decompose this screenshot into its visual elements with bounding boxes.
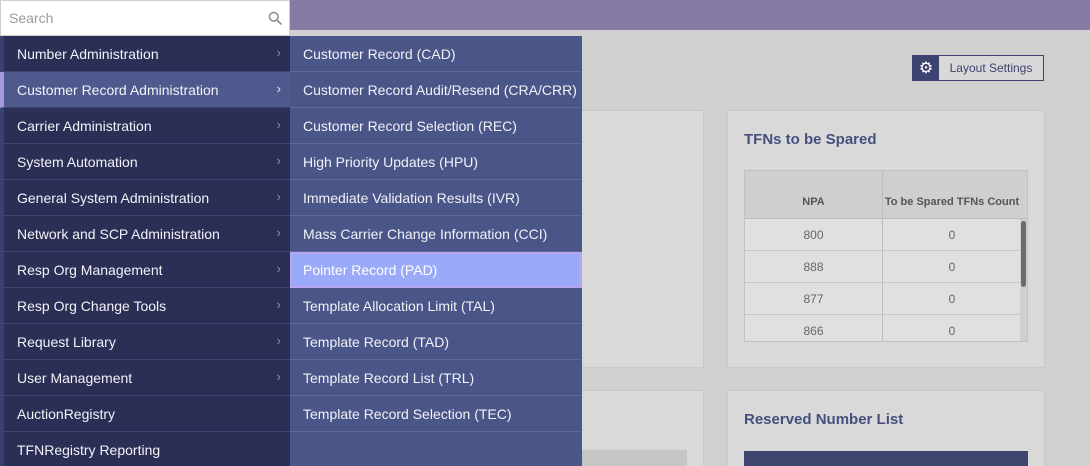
card-title: TFNs to be Spared	[744, 131, 877, 148]
column-header-npa[interactable]: NPA	[745, 171, 883, 218]
chevron-right-icon: ›	[276, 261, 281, 276]
table-row[interactable]: 888 0	[745, 251, 1027, 283]
chevron-right-icon: ›	[276, 153, 281, 168]
cell-npa: 866	[745, 315, 883, 341]
submenu-item-mass-carrier-change[interactable]: Mass Carrier Change Information (CCI)	[290, 216, 582, 252]
submenu-customer-record-administration: Customer Record (CAD) Customer Record Au…	[290, 36, 582, 466]
cell-npa: 800	[745, 219, 883, 250]
dashboard-card-partial	[580, 111, 703, 367]
submenu-item-high-priority-updates[interactable]: High Priority Updates (HPU)	[290, 144, 582, 180]
submenu-item-customer-record-audit-resend[interactable]: Customer Record Audit/Resend (CRA/CRR)	[290, 72, 582, 108]
table-row[interactable]: 800 0	[745, 219, 1027, 251]
menu-item-resp-org-change-tools[interactable]: Resp Org Change Tools ›	[0, 288, 290, 324]
menu-item-auction-registry[interactable]: AuctionRegistry	[0, 396, 290, 432]
menu-item-label: User Management	[17, 369, 133, 386]
menu-item-tfnregistry-reporting[interactable]: TFNRegistry Reporting	[0, 432, 290, 466]
submenu-item-pointer-record[interactable]: Pointer Record (PAD)	[290, 252, 582, 288]
menu-search	[0, 0, 290, 36]
submenu-item-immediate-validation-results[interactable]: Immediate Validation Results (IVR)	[290, 180, 582, 216]
menu-item-carrier-administration[interactable]: Carrier Administration ›	[0, 108, 290, 144]
reserved-table-header	[744, 451, 1028, 466]
menu-item-label: Network and SCP Administration	[17, 225, 220, 242]
menu-item-network-scp-administration[interactable]: Network and SCP Administration ›	[0, 216, 290, 252]
chevron-right-icon: ›	[276, 189, 281, 204]
submenu-item-template-allocation-limit[interactable]: Template Allocation Limit (TAL)	[290, 288, 582, 324]
card-title: Reserved Number List	[744, 411, 904, 428]
menu-item-label: Resp Org Management	[17, 261, 163, 278]
cell-count: 0	[948, 259, 956, 274]
cell-count: 0	[948, 323, 956, 338]
menu-item-label: Resp Org Change Tools	[17, 297, 167, 314]
menu-item-resp-org-management[interactable]: Resp Org Management ›	[0, 252, 290, 288]
cell-npa: 877	[745, 283, 883, 314]
tfns-to-be-spared-card: TFNs to be Spared NPA To be Spared TFNs …	[728, 111, 1044, 367]
cell-count: 0	[948, 227, 956, 242]
chevron-right-icon: ›	[276, 117, 281, 132]
menu-item-label: AuctionRegistry	[17, 405, 116, 422]
menu-item-number-administration[interactable]: Number Administration ›	[0, 36, 290, 72]
menu-item-customer-record-administration[interactable]: Customer Record Administration ›	[0, 72, 290, 108]
layout-settings-button[interactable]: ⚙ Layout Settings	[912, 55, 1044, 81]
card-table-header	[580, 450, 687, 466]
cell-count: 0	[948, 291, 956, 306]
search-input[interactable]	[1, 10, 261, 26]
gear-icon: ⚙	[913, 56, 939, 80]
search-icon[interactable]	[261, 0, 289, 36]
table-row[interactable]: 866 0	[745, 315, 1027, 341]
menu-item-label: Customer Record Administration	[17, 81, 219, 98]
menu-item-label: Request Library	[17, 333, 116, 350]
cell-npa: 888	[745, 251, 883, 282]
chevron-right-icon: ›	[276, 45, 281, 60]
chevron-right-icon: ›	[276, 369, 281, 384]
menu-item-label: TFNRegistry Reporting	[17, 441, 161, 458]
main-menu: Number Administration › Customer Record …	[0, 36, 290, 466]
submenu-item-customer-record-cad[interactable]: Customer Record (CAD)	[290, 36, 582, 72]
tfn-table: NPA To be Spared TFNs Count 800 0 888 0 …	[744, 170, 1028, 342]
table-scrollbar-thumb[interactable]	[1021, 221, 1026, 287]
menu-item-user-management[interactable]: User Management ›	[0, 360, 290, 396]
chevron-right-icon: ›	[276, 297, 281, 312]
menu-item-system-automation[interactable]: System Automation ›	[0, 144, 290, 180]
menu-item-general-system-administration[interactable]: General System Administration ›	[0, 180, 290, 216]
table-header: NPA To be Spared TFNs Count	[745, 171, 1027, 219]
table-row[interactable]: 877 0	[745, 283, 1027, 315]
menu-item-label: General System Administration	[17, 189, 210, 206]
chevron-right-icon: ›	[276, 225, 281, 240]
dashboard-card-partial-lower	[580, 391, 703, 466]
menu-item-request-library[interactable]: Request Library ›	[0, 324, 290, 360]
submenu-item-template-record-selection[interactable]: Template Record Selection (TEC)	[290, 396, 582, 432]
submenu-item-template-record[interactable]: Template Record (TAD)	[290, 324, 582, 360]
chevron-right-icon: ›	[276, 333, 281, 348]
menu-item-label: Number Administration	[17, 45, 159, 62]
submenu-item-customer-record-selection[interactable]: Customer Record Selection (REC)	[290, 108, 582, 144]
layout-settings-label: Layout Settings	[949, 61, 1033, 75]
submenu-item-template-record-list[interactable]: Template Record List (TRL)	[290, 360, 582, 396]
menu-item-label: Carrier Administration	[17, 117, 152, 134]
column-header-count[interactable]: To be Spared TFNs Count	[883, 171, 1021, 218]
chevron-right-icon: ›	[276, 81, 281, 96]
menu-item-label: System Automation	[17, 153, 138, 170]
reserved-number-list-card: Reserved Number List	[728, 391, 1044, 466]
